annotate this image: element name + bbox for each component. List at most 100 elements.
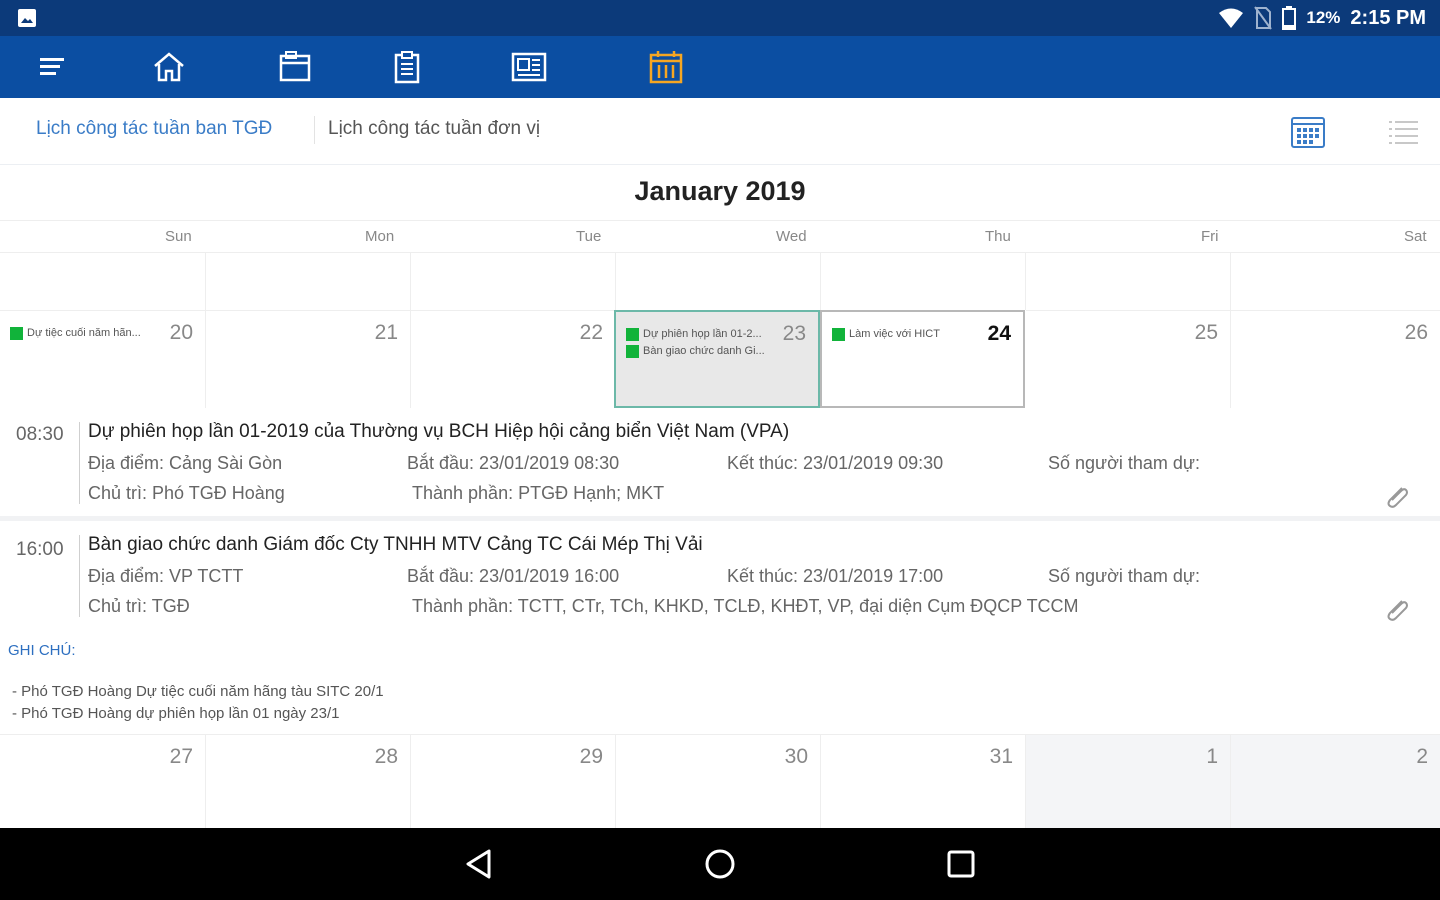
home-nav-icon[interactable] [702,846,738,882]
day-number: 31 [989,745,1013,768]
calendar-day-29[interactable]: 29 [411,734,616,828]
calendar-week-1: Dự tiệc cuối năm hãn... 20 21 22 Dự phiê… [0,310,1440,408]
calendar-day-28[interactable]: 28 [206,734,411,828]
notes-title: GHI CHÚ: [8,642,76,659]
event-marker [10,326,23,340]
cell-event[interactable]: Làm việc với HICT [832,326,940,342]
event-marker [626,344,639,358]
calendar-day-cell[interactable] [616,252,821,310]
event-title: Dự phiên họp lần 01-2019 của Thường vụ B… [88,421,790,442]
status-indicators: 12% 2:15 PM [1218,4,1426,32]
calendar-day-20[interactable]: Dự tiệc cuối năm hãn... 20 [0,310,206,408]
cell-event[interactable]: Bàn giao chức danh Gi... [626,343,765,359]
event-end: Kết thúc: 23/01/2019 17:00 [727,566,944,586]
event-time-divider [79,535,80,617]
attachment-icon[interactable] [1382,482,1412,512]
event-item[interactable]: 16:00 Bàn giao chức danh Giám đốc Cty TN… [0,521,1440,629]
event-attendees: Số người tham dự: [1048,566,1200,586]
event-location: Địa điểm: Cảng Sài Gòn [88,453,283,473]
tab-divider [314,116,315,144]
day-number: 23 [782,322,806,345]
attachment-icon[interactable] [1382,595,1412,625]
clipboard-icon[interactable] [389,49,425,85]
cell-event[interactable]: Dự phiên họp lần 01-2... [626,326,762,342]
calendar-day-25[interactable]: 25 [1026,310,1231,408]
cell-event-label: Bàn giao chức danh Gi... [643,345,765,357]
day-number: 27 [169,745,193,768]
event-time: 16:00 [16,539,64,560]
gallery-icon [18,9,36,27]
event-start: Bắt đầu: 23/01/2019 08:30 [407,453,620,473]
weekday-wed: Wed [776,228,807,245]
day-number: 2 [1416,745,1428,768]
event-time-divider [79,422,80,504]
cell-event-label: Làm việc với HICT [849,328,940,340]
event-title: Bàn giao chức danh Giám đốc Cty TNHH MTV… [88,534,703,555]
calendar-day-26[interactable]: 26 [1231,310,1440,408]
back-icon[interactable] [461,846,497,882]
note-line: - Phó TGĐ Hoàng dự phiên họp lần 01 ngày… [12,705,340,722]
event-marker [626,327,639,341]
calendar-day-cell[interactable] [821,252,1026,310]
schedule-tabs: Lịch công tác tuần ban TGĐ Lịch công tác… [0,98,1440,165]
calendar-icon[interactable] [648,49,684,85]
calendar-day-cell[interactable] [206,252,411,310]
calendar-day-31[interactable]: 31 [821,734,1026,828]
calendar-day-24-today[interactable]: Làm việc với HICT 24 [820,310,1025,408]
note-line: - Phó TGĐ Hoàng Dự tiệc cuối năm hãng tà… [12,683,384,700]
tab-board-schedule[interactable]: Lịch công tác tuần ban TGĐ [36,118,272,140]
list-view-icon[interactable] [1386,114,1422,150]
calendar-day-next-1[interactable]: 1 [1026,734,1231,828]
calendar-view-icon[interactable] [1290,114,1326,150]
day-number: 22 [579,321,603,344]
weekday-fri: Fri [1201,228,1219,245]
cell-event-label: Dự tiệc cuối năm hãn... [27,327,141,339]
no-sim-icon [1254,6,1273,30]
wifi-icon [1219,8,1244,28]
month-title: January 2019 [634,176,806,206]
folder-icon[interactable] [277,49,313,85]
event-members: Thành phần: PTGĐ Hạnh; MKT [412,483,665,503]
day-number: 20 [169,321,193,344]
weekday-thu: Thu [985,228,1011,245]
calendar-day-cell[interactable] [411,252,616,310]
day-number: 1 [1206,745,1218,768]
home-icon[interactable] [151,49,187,85]
calendar-day-22[interactable]: 22 [411,310,616,408]
recent-apps-icon[interactable] [943,846,979,882]
weekday-tue: Tue [576,228,602,245]
event-chair: Chủ trì: TGĐ [88,596,190,616]
event-location: Địa điểm: VP TCTT [88,566,244,586]
calendar-week-prev [0,252,1440,310]
calendar-day-21[interactable]: 21 [206,310,411,408]
day-number: 30 [784,745,808,768]
calendar-day-cell[interactable] [1026,252,1231,310]
event-attendees: Số người tham dự: [1048,453,1200,473]
status-bar: 12% 2:15 PM [0,0,1440,36]
newspaper-icon[interactable] [511,49,547,85]
weekday-sun: Sun [165,228,192,245]
battery-percent: 12% [1306,8,1341,27]
calendar-day-23-selected[interactable]: Dự phiên họp lần 01-2... Bàn giao chức d… [614,310,820,408]
calendar-day-cell[interactable] [1231,252,1440,310]
menu-icon[interactable] [34,49,70,85]
clock: 2:15 PM [1350,6,1426,29]
calendar-day-cell[interactable] [0,252,206,310]
app-toolbar [0,36,1440,98]
day-number: 25 [1194,321,1218,344]
calendar-day-30[interactable]: 30 [616,734,821,828]
day-number: 26 [1404,321,1428,344]
event-end: Kết thúc: 23/01/2019 09:30 [727,453,944,473]
weekday-sat: Sat [1404,228,1427,245]
event-marker [832,327,845,341]
tab-unit-schedule[interactable]: Lịch công tác tuần đơn vị [328,118,540,140]
event-start: Bắt đầu: 23/01/2019 16:00 [407,566,620,586]
event-item[interactable]: 08:30 Dự phiên họp lần 01-2019 của Thườn… [0,408,1440,516]
calendar-day-next-2[interactable]: 2 [1231,734,1440,828]
day-number: 29 [579,745,603,768]
cell-event[interactable]: Dự tiệc cuối năm hãn... [10,325,141,341]
calendar-day-27[interactable]: 27 [0,734,206,828]
day-number-today: 24 [987,322,1011,345]
calendar-week-2: 27 28 29 30 31 1 2 [0,734,1440,828]
day-number: 21 [374,321,398,344]
